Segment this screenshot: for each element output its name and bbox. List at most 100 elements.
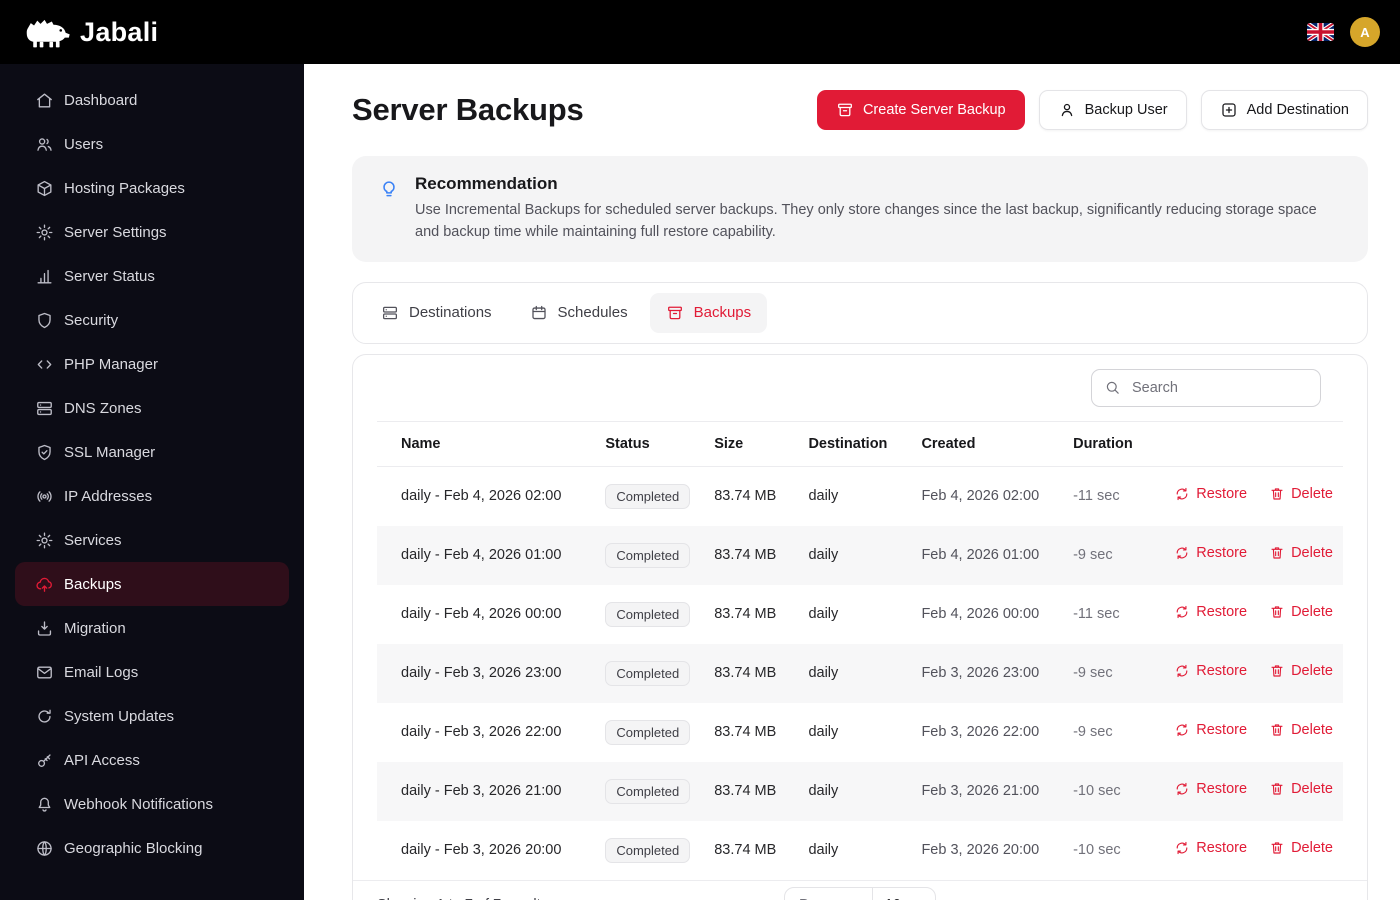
restore-button[interactable]: Restore	[1174, 486, 1247, 502]
status-badge: Completed	[605, 720, 690, 745]
backup-destination: daily	[796, 644, 909, 703]
uk-flag-icon[interactable]	[1307, 23, 1334, 41]
add-destination-button[interactable]: Add Destination	[1201, 90, 1368, 130]
sidebar-item-email-logs[interactable]: Email Logs	[15, 650, 289, 694]
tab-schedules[interactable]: Schedules	[514, 293, 644, 333]
globe-icon	[35, 839, 54, 858]
sidebar-item-security[interactable]: Security	[15, 298, 289, 342]
sidebar-item-system-updates[interactable]: System Updates	[15, 694, 289, 738]
restore-button[interactable]: Restore	[1174, 781, 1247, 797]
delete-button[interactable]: Delete	[1269, 840, 1333, 856]
sidebar-item-label: Services	[64, 532, 122, 549]
sidebar-item-label: Users	[64, 136, 103, 153]
row-actions: Restore Delete	[1162, 762, 1343, 821]
delete-button[interactable]: Delete	[1269, 545, 1333, 561]
brand[interactable]: Jabali	[22, 15, 158, 49]
home-icon	[35, 91, 54, 110]
sidebar-item-backups[interactable]: Backups	[15, 562, 289, 606]
delete-button[interactable]: Delete	[1269, 781, 1333, 797]
backup-name: daily - Feb 3, 2026 20:00	[377, 821, 593, 880]
create-server-backup-button[interactable]: Create Server Backup	[817, 90, 1025, 130]
backups-table: NameStatusSizeDestinationCreatedDuration…	[377, 421, 1343, 880]
backup-created: Feb 4, 2026 02:00	[909, 466, 1061, 526]
recommendation-body: Use Incremental Backups for scheduled se…	[415, 200, 1320, 244]
tab-destinations[interactable]: Destinations	[365, 293, 508, 333]
backup-created: Feb 4, 2026 00:00	[909, 585, 1061, 644]
sidebar-item-migration[interactable]: Migration	[15, 606, 289, 650]
recommendation-title: Recommendation	[415, 174, 1320, 194]
restore-button[interactable]: Restore	[1174, 663, 1247, 679]
table-row: daily - Feb 3, 2026 20:00 Completed 83.7…	[377, 821, 1343, 880]
delete-button[interactable]: Delete	[1269, 663, 1333, 679]
backups-table-card: NameStatusSizeDestinationCreatedDuration…	[352, 354, 1368, 900]
backup-created: Feb 3, 2026 22:00	[909, 703, 1061, 762]
tab-bar: Destinations Schedules Backups	[352, 282, 1368, 344]
backup-name: daily - Feb 3, 2026 23:00	[377, 644, 593, 703]
restore-button[interactable]: Restore	[1174, 722, 1247, 738]
chart-icon	[35, 267, 54, 286]
sidebar-item-php-manager[interactable]: PHP Manager	[15, 342, 289, 386]
backup-created: Feb 4, 2026 01:00	[909, 526, 1061, 585]
sidebar-item-webhook-notifications[interactable]: Webhook Notifications	[15, 782, 289, 826]
results-summary: Showing 1 to 7 of 7 results	[377, 897, 548, 900]
tab-backups[interactable]: Backups	[650, 293, 768, 333]
backup-destination: daily	[796, 703, 909, 762]
backup-size: 83.74 MB	[702, 821, 796, 880]
delete-button[interactable]: Delete	[1269, 604, 1333, 620]
backup-size: 83.74 MB	[702, 703, 796, 762]
sidebar-item-api-access[interactable]: API Access	[15, 738, 289, 782]
sidebar-item-server-status[interactable]: Server Status	[15, 254, 289, 298]
sidebar-item-users[interactable]: Users	[15, 122, 289, 166]
backup-user-button[interactable]: Backup User	[1039, 90, 1187, 130]
sidebar-item-label: API Access	[64, 752, 140, 769]
row-actions: Restore Delete	[1162, 644, 1343, 703]
user-avatar[interactable]: A	[1350, 17, 1380, 47]
sidebar-item-services[interactable]: Services	[15, 518, 289, 562]
sidebar-item-label: Backups	[64, 576, 122, 593]
sidebar-item-geographic-blocking[interactable]: Geographic Blocking	[15, 826, 289, 870]
brand-name: Jabali	[80, 17, 158, 48]
table-row: daily - Feb 4, 2026 02:00 Completed 83.7…	[377, 466, 1343, 526]
tab-label: Schedules	[558, 304, 628, 321]
table-wrap: NameStatusSizeDestinationCreatedDuration…	[353, 421, 1367, 880]
restore-button[interactable]: Restore	[1174, 545, 1247, 561]
backup-duration: -9 sec	[1061, 526, 1162, 585]
search-input[interactable]	[1130, 379, 1308, 397]
trash-icon	[1269, 604, 1285, 620]
key-icon	[35, 751, 54, 770]
restore-button[interactable]: Restore	[1174, 840, 1247, 856]
delete-button[interactable]: Delete	[1269, 486, 1333, 502]
sidebar-item-ip-addresses[interactable]: IP Addresses	[15, 474, 289, 518]
search-box	[1091, 369, 1321, 407]
restore-button[interactable]: Restore	[1174, 604, 1247, 620]
backup-name: daily - Feb 3, 2026 21:00	[377, 762, 593, 821]
sidebar-item-label: SSL Manager	[64, 444, 155, 461]
table-body: daily - Feb 4, 2026 02:00 Completed 83.7…	[377, 466, 1343, 880]
page-actions: Create Server Backup Backup User Add Des…	[817, 90, 1368, 130]
sidebar-item-hosting-packages[interactable]: Hosting Packages	[15, 166, 289, 210]
backup-created: Feb 3, 2026 21:00	[909, 762, 1061, 821]
cloud-upload-icon	[35, 575, 54, 594]
table-row: daily - Feb 3, 2026 22:00 Completed 83.7…	[377, 703, 1343, 762]
user-icon	[1058, 101, 1076, 119]
sidebar-item-ssl-manager[interactable]: SSL Manager	[15, 430, 289, 474]
code-icon	[35, 355, 54, 374]
sidebar-item-server-settings[interactable]: Server Settings	[15, 210, 289, 254]
sidebar-item-label: Server Status	[64, 268, 155, 285]
per-page-select[interactable]: 10	[872, 888, 935, 900]
trash-icon	[1269, 486, 1285, 502]
delete-button[interactable]: Delete	[1269, 722, 1333, 738]
sidebar-item-dns-zones[interactable]: DNS Zones	[15, 386, 289, 430]
boar-logo-icon	[22, 15, 72, 49]
archive-add-icon	[836, 101, 854, 119]
sidebar-item-label: System Updates	[64, 708, 174, 725]
sidebar-item-dashboard[interactable]: Dashboard	[15, 78, 289, 122]
broadcast-icon	[35, 487, 54, 506]
download-tray-icon	[35, 619, 54, 638]
backup-size: 83.74 MB	[702, 526, 796, 585]
backup-name: daily - Feb 4, 2026 02:00	[377, 466, 593, 526]
column-header-size: Size	[702, 421, 796, 466]
sidebar-item-label: Migration	[64, 620, 126, 637]
server-icon	[35, 399, 54, 418]
table-row: daily - Feb 3, 2026 23:00 Completed 83.7…	[377, 644, 1343, 703]
